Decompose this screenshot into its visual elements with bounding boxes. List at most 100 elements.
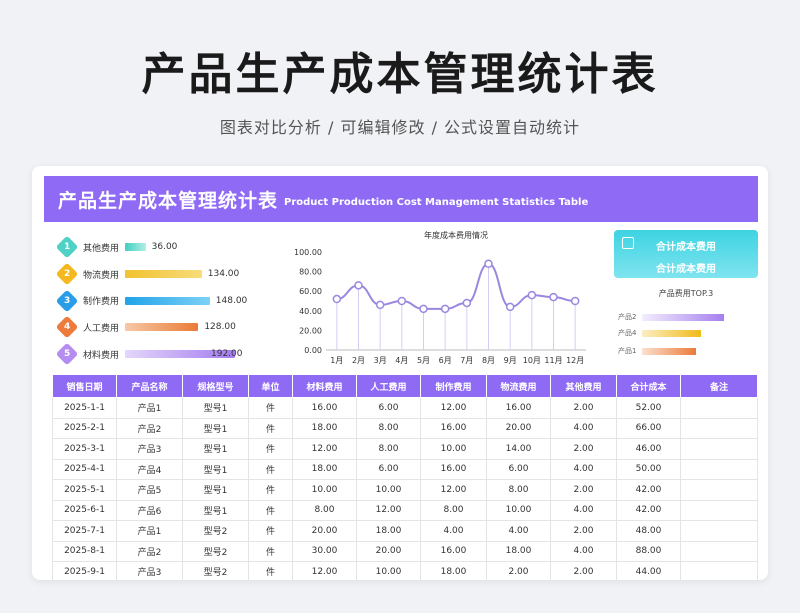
table-cell[interactable]: 52.00 xyxy=(616,397,681,419)
table-cell[interactable]: 件 xyxy=(248,458,293,480)
table-cell[interactable]: 4.00 xyxy=(550,458,617,480)
table-cell[interactable]: 型号1 xyxy=(182,397,249,419)
table-cell[interactable]: 2.00 xyxy=(550,561,617,580)
table-cell[interactable]: 16.00 xyxy=(420,540,487,562)
table-cell[interactable]: 16.00 xyxy=(420,458,487,480)
table-cell[interactable]: 件 xyxy=(248,561,293,580)
table-cell[interactable]: 66.00 xyxy=(616,417,681,439)
table-cell[interactable] xyxy=(680,540,758,562)
table-cell[interactable] xyxy=(680,438,758,460)
table-cell[interactable]: 20.00 xyxy=(356,540,421,562)
table-cell[interactable]: 42.00 xyxy=(616,479,681,501)
table-cell[interactable]: 件 xyxy=(248,438,293,460)
table-cell[interactable]: 18.00 xyxy=(292,458,357,480)
table-cell[interactable]: 2025-5-1 xyxy=(52,479,117,501)
table-cell[interactable]: 18.00 xyxy=(486,540,551,562)
table-cell[interactable]: 型号2 xyxy=(182,540,249,562)
table-cell[interactable]: 型号1 xyxy=(182,479,249,501)
table-cell[interactable]: 产品6 xyxy=(116,499,183,521)
table-cell[interactable]: 12.00 xyxy=(420,397,487,419)
table-cell[interactable]: 件 xyxy=(248,499,293,521)
table-cell[interactable]: 16.00 xyxy=(420,417,487,439)
table-cell[interactable]: 44.00 xyxy=(616,561,681,580)
table-cell[interactable]: 产品4 xyxy=(116,458,183,480)
table-cell[interactable]: 20.00 xyxy=(292,520,357,542)
table-cell[interactable]: 2025-1-1 xyxy=(52,397,117,419)
table-cell[interactable] xyxy=(680,499,758,521)
table-cell[interactable]: 8.00 xyxy=(292,499,357,521)
table-cell[interactable]: 型号2 xyxy=(182,520,249,542)
table-cell[interactable]: 产品2 xyxy=(116,540,183,562)
table-cell[interactable]: 4.00 xyxy=(486,520,551,542)
table-cell[interactable]: 18.00 xyxy=(292,417,357,439)
table-cell[interactable]: 2.00 xyxy=(550,397,617,419)
table-cell[interactable]: 件 xyxy=(248,520,293,542)
table-cell[interactable]: 产品2 xyxy=(116,417,183,439)
table-cell[interactable]: 6.00 xyxy=(486,458,551,480)
table-cell[interactable]: 件 xyxy=(248,397,293,419)
table-cell[interactable] xyxy=(680,397,758,419)
table-cell[interactable]: 12.00 xyxy=(356,499,421,521)
table-cell[interactable]: 型号1 xyxy=(182,499,249,521)
table-cell[interactable]: 30.00 xyxy=(292,540,357,562)
table-cell[interactable]: 2025-3-1 xyxy=(52,438,117,460)
table-cell[interactable]: 50.00 xyxy=(616,458,681,480)
table-cell[interactable]: 12.00 xyxy=(420,479,487,501)
table-cell[interactable]: 件 xyxy=(248,479,293,501)
table-cell[interactable]: 42.00 xyxy=(616,499,681,521)
table-cell[interactable]: 2.00 xyxy=(550,479,617,501)
table-cell[interactable]: 8.00 xyxy=(356,438,421,460)
table-cell[interactable]: 10.00 xyxy=(420,438,487,460)
table-cell[interactable]: 2025-4-1 xyxy=(52,458,117,480)
table-cell[interactable]: 20.00 xyxy=(486,417,551,439)
table-cell[interactable]: 46.00 xyxy=(616,438,681,460)
table-cell[interactable]: 12.00 xyxy=(292,438,357,460)
table-cell[interactable]: 4.00 xyxy=(550,540,617,562)
table-cell[interactable]: 4.00 xyxy=(550,499,617,521)
table-cell[interactable]: 型号1 xyxy=(182,458,249,480)
table-cell[interactable] xyxy=(680,479,758,501)
table-cell[interactable]: 2025-6-1 xyxy=(52,499,117,521)
table-cell[interactable]: 型号1 xyxy=(182,417,249,439)
table-cell[interactable]: 型号1 xyxy=(182,438,249,460)
table-cell[interactable]: 型号2 xyxy=(182,561,249,580)
table-cell[interactable]: 2.00 xyxy=(550,520,617,542)
table-cell[interactable]: 产品3 xyxy=(116,561,183,580)
table-cell[interactable]: 产品3 xyxy=(116,438,183,460)
table-cell[interactable]: 2.00 xyxy=(550,438,617,460)
table-cell[interactable]: 2025-7-1 xyxy=(52,520,117,542)
table-cell[interactable]: 14.00 xyxy=(486,438,551,460)
table-cell[interactable]: 12.00 xyxy=(292,561,357,580)
table-cell[interactable]: 产品1 xyxy=(116,520,183,542)
table-cell[interactable] xyxy=(680,520,758,542)
table-cell[interactable]: 件 xyxy=(248,540,293,562)
table-cell[interactable]: 10.00 xyxy=(356,561,421,580)
data-point xyxy=(440,304,450,314)
table-cell[interactable]: 16.00 xyxy=(292,397,357,419)
table-cell[interactable]: 88.00 xyxy=(616,540,681,562)
table-cell[interactable]: 6.00 xyxy=(356,458,421,480)
table-cell[interactable] xyxy=(680,417,758,439)
table-cell[interactable]: 8.00 xyxy=(486,479,551,501)
table-cell[interactable]: 18.00 xyxy=(420,561,487,580)
table-cell[interactable] xyxy=(680,561,758,580)
table-cell[interactable]: 16.00 xyxy=(486,397,551,419)
table-cell[interactable]: 产品1 xyxy=(116,397,183,419)
table-cell[interactable]: 件 xyxy=(248,417,293,439)
table-cell[interactable]: 产品5 xyxy=(116,479,183,501)
table-cell[interactable]: 10.00 xyxy=(292,479,357,501)
table-cell[interactable]: 48.00 xyxy=(616,520,681,542)
table-cell[interactable]: 2.00 xyxy=(486,561,551,580)
table-cell[interactable]: 2025-9-1 xyxy=(52,561,117,580)
table-cell[interactable]: 2025-2-1 xyxy=(52,417,117,439)
table-cell[interactable]: 10.00 xyxy=(486,499,551,521)
table-cell[interactable]: 4.00 xyxy=(550,417,617,439)
table-cell[interactable]: 8.00 xyxy=(356,417,421,439)
table-cell[interactable]: 8.00 xyxy=(420,499,487,521)
table-cell[interactable]: 6.00 xyxy=(356,397,421,419)
table-cell[interactable]: 18.00 xyxy=(356,520,421,542)
table-cell[interactable]: 10.00 xyxy=(356,479,421,501)
table-cell[interactable]: 4.00 xyxy=(420,520,487,542)
table-cell[interactable]: 2025-8-1 xyxy=(52,540,117,562)
table-cell[interactable] xyxy=(680,458,758,480)
